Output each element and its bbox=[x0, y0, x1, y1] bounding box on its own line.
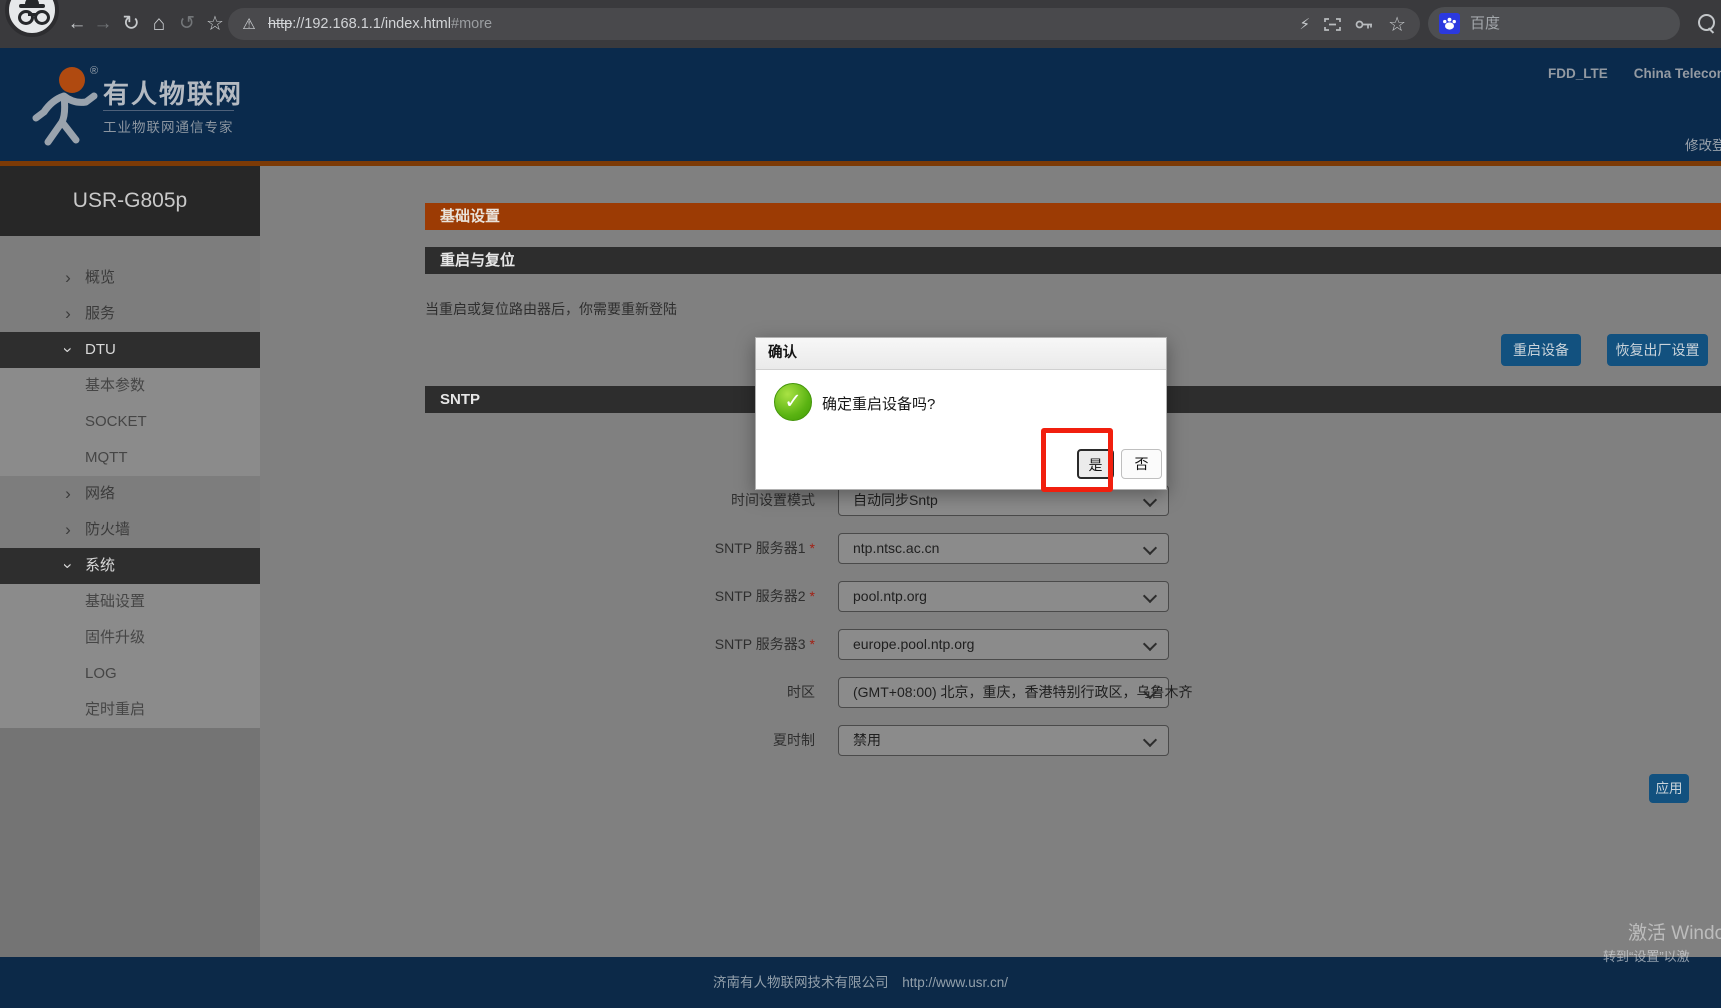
sidebar-item-system[interactable]: 系统 bbox=[0, 548, 260, 584]
sidebar-item-log[interactable]: LOG bbox=[0, 656, 260, 692]
restart-device-button[interactable]: 重启设备 bbox=[1501, 334, 1581, 366]
device-model-title: USR-G805p bbox=[0, 166, 260, 236]
dialog-message: 确定重启设备吗? bbox=[822, 396, 936, 413]
chevron-down-icon bbox=[1142, 492, 1158, 508]
required-marker: * bbox=[809, 636, 815, 652]
brand-tagline: 工业物联网通信专家 bbox=[103, 110, 234, 136]
carrier-name: China Telecom bbox=[1633, 66, 1721, 81]
page: http://192.168.1.1/index.html#more bbox=[0, 0, 1721, 1008]
back-icon[interactable] bbox=[64, 0, 90, 48]
sidebar-item-basic-params[interactable]: 基本参数 bbox=[0, 368, 260, 404]
reload-icon[interactable] bbox=[118, 0, 144, 48]
chevron-down-icon bbox=[1142, 636, 1158, 652]
bookmark-star-icon[interactable] bbox=[202, 0, 228, 48]
footer: 济南有人物联网技术有限公司 http://www.usr.cn/ bbox=[0, 957, 1721, 1008]
sidebar: USR-G805p 概览 服务 DTU 基本参数 SOCKET MQTT 网络 … bbox=[0, 166, 260, 957]
scan-icon[interactable] bbox=[1324, 17, 1341, 31]
chevron-right-icon bbox=[60, 476, 76, 512]
forward-icon[interactable] bbox=[90, 0, 116, 48]
usr-logo-icon: ® bbox=[32, 65, 98, 146]
baidu-logo-icon bbox=[1439, 13, 1460, 34]
factory-reset-button[interactable]: 恢复出厂设置 bbox=[1607, 334, 1708, 366]
sidebar-item-network[interactable]: 网络 bbox=[0, 476, 260, 512]
key-icon[interactable] bbox=[1355, 19, 1374, 30]
chevron-right-icon bbox=[60, 296, 76, 332]
brand-title: 有人物联网 bbox=[103, 79, 244, 109]
chevron-down-icon bbox=[60, 332, 76, 368]
sidebar-item-scheduled-restart[interactable]: 定时重启 bbox=[0, 692, 260, 728]
search-box[interactable]: 百度 bbox=[1428, 7, 1680, 40]
address-bar-actions bbox=[1300, 8, 1406, 40]
sidebar-item-services[interactable]: 服务 bbox=[0, 296, 260, 332]
chevron-down-icon bbox=[1142, 540, 1158, 556]
windows-activation-watermark: 激活 Windows bbox=[1628, 923, 1721, 944]
url-host-path: ://192.168.1.1/index.html bbox=[292, 16, 451, 32]
chevron-right-icon bbox=[60, 512, 76, 548]
timezone-select[interactable]: (GMT+08:00) 北京，重庆，香港特别行政区，乌鲁木齐 bbox=[838, 677, 1193, 708]
field-label-sntp-server1: SNTP 服务器1 * bbox=[714, 540, 815, 556]
field-label-sntp-server2: SNTP 服务器2 * bbox=[714, 588, 815, 604]
sidebar-item-basic-settings[interactable]: 基础设置 bbox=[0, 584, 260, 620]
footer-company: 济南有人物联网技术有限公司 bbox=[712, 975, 889, 990]
site-header: ® 有人物联网 工业物联网通信专家 FDD_LTE China Telecom 修… bbox=[0, 48, 1721, 166]
search-icon[interactable] bbox=[1698, 14, 1715, 31]
lightning-icon[interactable] bbox=[1300, 13, 1311, 35]
chevron-down-icon bbox=[1142, 588, 1158, 604]
chevron-down-icon bbox=[1142, 732, 1158, 748]
sntp-server2-select[interactable]: pool.ntp.org bbox=[838, 581, 1169, 612]
incognito-icon bbox=[5, 0, 59, 37]
sntp-server1-select[interactable]: ntp.ntsc.ac.cn bbox=[838, 533, 1169, 564]
browser-toolbar: http://192.168.1.1/index.html#more bbox=[0, 0, 1721, 48]
required-marker: * bbox=[809, 540, 815, 556]
url-scheme: http bbox=[268, 16, 293, 32]
url-fragment: #more bbox=[451, 16, 493, 32]
sntp-server3-select[interactable]: europe.pool.ntp.org bbox=[838, 629, 1169, 660]
sidebar-menu: 概览 服务 DTU 基本参数 SOCKET MQTT 网络 防火墙 系统 基础设… bbox=[0, 236, 260, 728]
address-bar[interactable]: http://192.168.1.1/index.html#more bbox=[228, 8, 1420, 40]
windows-activation-watermark-sub: 转到“设置”以激 bbox=[1603, 949, 1690, 964]
confirm-check-icon bbox=[774, 383, 812, 421]
change-password-link[interactable]: 修改登录密码 bbox=[1685, 134, 1721, 154]
field-label-timezone: 时区 bbox=[787, 684, 815, 700]
page-title: 基础设置 bbox=[425, 203, 1721, 230]
chevron-down-icon bbox=[60, 548, 76, 584]
sidebar-item-mqtt[interactable]: MQTT bbox=[0, 440, 260, 476]
apply-button[interactable]: 应用 bbox=[1649, 774, 1689, 803]
search-engine-label: 百度 bbox=[1470, 15, 1501, 32]
svg-text:®: ® bbox=[90, 65, 98, 77]
section-restart-reset: 重启与复位 bbox=[425, 247, 1721, 274]
dst-select[interactable]: 禁用 bbox=[838, 725, 1169, 756]
dialog-title: 确认 bbox=[756, 338, 1166, 370]
required-marker: * bbox=[809, 588, 815, 604]
connection-status: FDD_LTE China Telecom bbox=[1548, 66, 1721, 81]
chevron-right-icon bbox=[60, 260, 76, 296]
annotation-highlight-box bbox=[1041, 428, 1113, 492]
field-label-sntp-server3: SNTP 服务器3 * bbox=[714, 636, 815, 652]
star-icon[interactable] bbox=[1388, 12, 1406, 37]
url-text: http://192.168.1.1/index.html#more bbox=[268, 8, 492, 40]
sidebar-item-socket[interactable]: SOCKET bbox=[0, 404, 260, 440]
sidebar-item-firewall[interactable]: 防火墙 bbox=[0, 512, 260, 548]
undo-icon[interactable] bbox=[174, 0, 200, 48]
dialog-no-button[interactable]: 否 bbox=[1121, 449, 1162, 479]
field-label-dst: 夏时制 bbox=[773, 732, 815, 748]
home-icon[interactable] bbox=[146, 0, 172, 48]
network-type: FDD_LTE bbox=[1548, 66, 1608, 81]
sidebar-item-overview[interactable]: 概览 bbox=[0, 260, 260, 296]
sidebar-item-firmware-upgrade[interactable]: 固件升级 bbox=[0, 620, 260, 656]
not-secure-warning-icon[interactable] bbox=[238, 8, 260, 40]
sidebar-item-dtu[interactable]: DTU bbox=[0, 332, 260, 368]
footer-website-link[interactable]: http://www.usr.cn/ bbox=[902, 975, 1008, 990]
restart-note: 当重启或复位路由器后，你需要重新登陆 bbox=[425, 301, 677, 317]
